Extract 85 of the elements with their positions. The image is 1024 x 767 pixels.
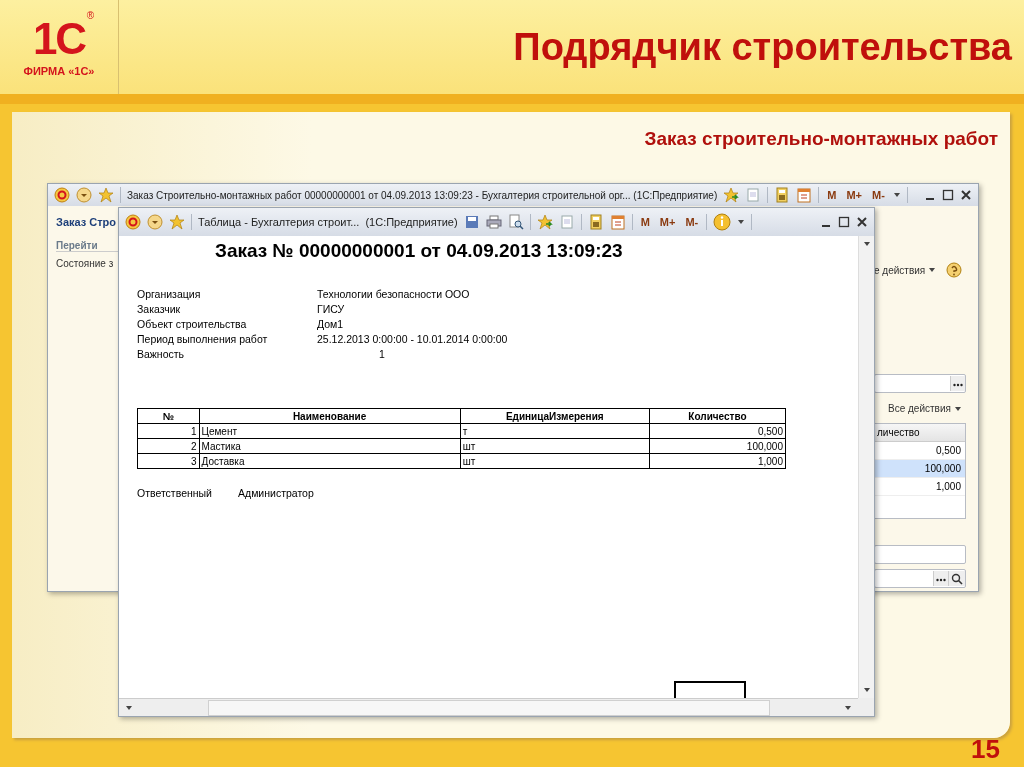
memory-button[interactable]: M+	[657, 216, 678, 228]
ellipsis-icon	[953, 382, 963, 387]
scrollbar-corner	[858, 698, 874, 716]
save-icon[interactable]	[463, 214, 480, 230]
caret-icon[interactable]	[928, 266, 937, 274]
table-cell: Доставка	[199, 453, 461, 469]
memory-button[interactable]: M-	[870, 189, 887, 201]
nav-link[interactable]: Состояние з	[56, 258, 120, 269]
calendar-icon[interactable]	[796, 187, 813, 203]
table-cell: 100,000	[649, 438, 786, 454]
field-label: Период выполнения работ	[137, 333, 269, 345]
memory-button[interactable]: M	[638, 216, 652, 228]
field-label: Организация	[137, 288, 202, 300]
field-value: Администратор	[238, 487, 314, 499]
grid-row[interactable]: 100,000	[875, 460, 965, 478]
help-icon[interactable]	[946, 262, 962, 278]
slide-subtitle: Заказ строительно-монтажных работ	[644, 128, 998, 150]
input-field[interactable]	[874, 374, 966, 393]
table-cell: шт	[460, 438, 650, 454]
calculator-icon[interactable]	[587, 214, 604, 230]
app-logo-icon[interactable]	[125, 214, 141, 230]
star-icon[interactable]	[98, 187, 114, 203]
maximize-icon[interactable]	[942, 189, 954, 201]
maximize-icon[interactable]	[838, 216, 850, 228]
column-header: личество	[875, 424, 965, 442]
field-value: 1	[378, 348, 386, 360]
table-cell: т	[460, 423, 650, 439]
field-value: Технологии безопасности ООО	[317, 288, 471, 300]
logo-caption: ФИРМА «1С»	[23, 65, 95, 77]
calendar-icon[interactable]	[609, 214, 626, 230]
all-actions-menu[interactable]: Все действия	[888, 403, 962, 414]
document-heading: Заказ № 00000000001 от 04.09.2013 13:09:23	[215, 240, 624, 262]
caret-icon[interactable]	[953, 404, 962, 413]
select-button[interactable]	[950, 376, 965, 391]
vertical-scrollbar[interactable]	[858, 236, 874, 698]
field-value: 25.12.2013 0:00:00 - 10.01.2014 0:00:00	[317, 333, 509, 345]
print-icon[interactable]	[485, 214, 502, 230]
ellipsis-icon	[936, 577, 946, 582]
horizontal-scrollbar[interactable]	[119, 698, 858, 716]
field-value: ГИСУ	[317, 303, 346, 315]
table-cell: 1,000	[649, 453, 786, 469]
close-icon[interactable]	[960, 189, 972, 201]
field-value: Дом1	[317, 318, 345, 330]
table-cell: Цемент	[199, 423, 461, 439]
window-title: Заказ Строительно-монтажных работ 00000000001 от 04.09.2013 13:09:23 - Бухгалтерия строительной орг... (1С:Предприятие)	[127, 189, 718, 201]
close-icon[interactable]	[856, 216, 868, 228]
window-title: Таблица - Бухгалтерия строит...	[198, 216, 360, 228]
column-header: №	[137, 408, 200, 424]
slide-title: Подрядчик строительства	[512, 25, 1012, 69]
page-number: 15	[971, 734, 1000, 765]
select-button[interactable]	[933, 571, 948, 586]
logo-mark: 1С	[32, 17, 86, 61]
registered-mark: ®	[86, 10, 94, 21]
table-cell: шт	[460, 453, 650, 469]
star-icon[interactable]	[169, 214, 185, 230]
memory-button[interactable]: M+	[844, 189, 864, 201]
memory-button[interactable]: M	[825, 189, 839, 201]
column-header: Количество	[649, 408, 786, 424]
input-field[interactable]	[874, 545, 966, 564]
field-label: Важность	[137, 348, 186, 360]
dropdown-menu-icon[interactable]	[76, 187, 92, 203]
form-title: Заказ Стро	[56, 216, 118, 228]
dropdown-menu-icon[interactable]	[147, 214, 163, 230]
app-logo-icon[interactable]	[54, 187, 70, 203]
column-header: Наименование	[199, 408, 461, 424]
info-icon[interactable]	[713, 213, 732, 231]
column-header: ЕдиницаИзмерения	[460, 408, 650, 424]
star-arrow-icon[interactable]	[723, 187, 740, 203]
table-cell: 2	[137, 438, 200, 454]
scroll-down-icon[interactable]	[862, 686, 871, 694]
field-label: Заказчик	[137, 303, 182, 315]
field-label: Ответственный	[137, 487, 212, 499]
preview-icon[interactable]	[507, 214, 524, 230]
star-arrow-icon[interactable]	[536, 214, 553, 230]
table-cell: Мастика	[199, 438, 461, 454]
table-cell: 1	[137, 423, 200, 439]
calculator-icon[interactable]	[774, 187, 791, 203]
app-name: (1С:Предприятие)	[365, 216, 458, 228]
caret-icon[interactable]	[892, 191, 901, 199]
table-cell: 0,500	[649, 423, 786, 439]
caret-icon[interactable]	[737, 218, 746, 226]
search-field[interactable]	[874, 569, 966, 588]
field-label: Объект строительства	[137, 318, 248, 330]
memory-button[interactable]: M-	[683, 216, 701, 228]
table-cell: 3	[137, 453, 200, 469]
